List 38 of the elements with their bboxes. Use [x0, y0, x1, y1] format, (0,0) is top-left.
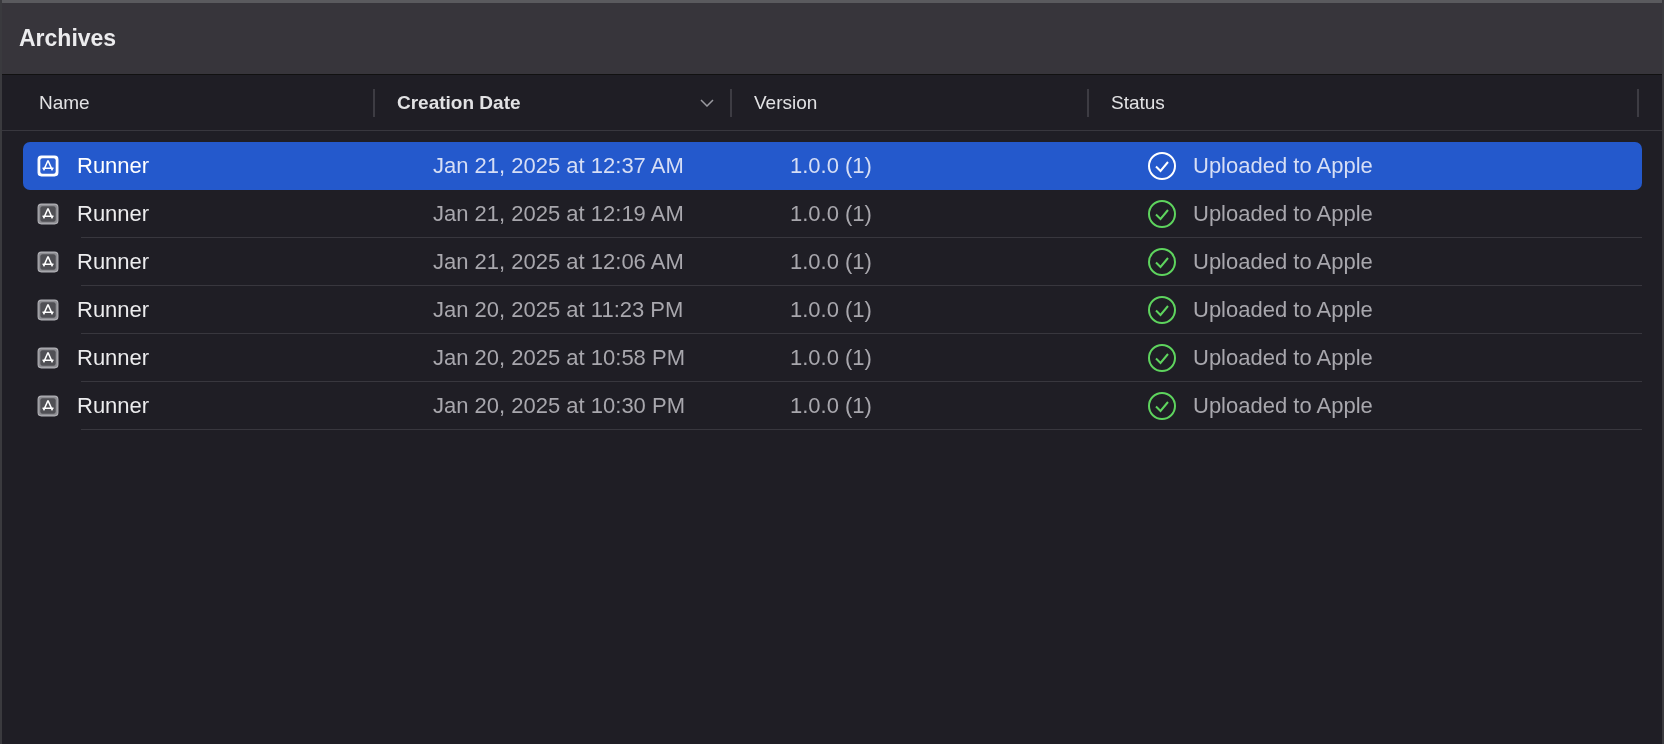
checkmark-circle-icon: [1147, 246, 1177, 277]
status-text: Uploaded to Apple: [1193, 248, 1373, 275]
app-icon: [37, 346, 59, 369]
checkmark-circle-icon: [1147, 294, 1177, 325]
creation-date: Jan 21, 2025 at 12:06 AM: [433, 248, 684, 275]
checkmark-circle-icon: [1147, 198, 1177, 229]
version: 1.0.0 (1): [790, 152, 872, 179]
app-icon: [37, 250, 59, 273]
creation-date: Jan 21, 2025 at 12:19 AM: [433, 200, 684, 227]
version: 1.0.0 (1): [790, 200, 872, 227]
table-row[interactable]: Runner Jan 21, 2025 at 12:37 AM 1.0.0 (1) Uploaded to Apple: [23, 142, 1642, 190]
app-icon: [37, 154, 59, 177]
chevron-down-icon[interactable]: [700, 98, 714, 107]
app-icon: [37, 202, 59, 225]
creation-date: Jan 20, 2025 at 11:23 PM: [433, 296, 684, 323]
status-text: Uploaded to Apple: [1193, 344, 1373, 371]
status-text: Uploaded to Apple: [1193, 200, 1373, 227]
app-icon: [37, 394, 59, 417]
column-header[interactable]: Version: [754, 91, 818, 114]
checkmark-circle-icon: [1147, 390, 1177, 421]
status-text: Uploaded to Apple: [1193, 152, 1373, 179]
column-header[interactable]: Status: [1111, 91, 1165, 114]
status-text: Uploaded to Apple: [1193, 296, 1373, 323]
app-icon: [37, 298, 59, 321]
window-title: Archives: [19, 25, 117, 52]
archive-name: Runner: [77, 152, 150, 179]
status-text: Uploaded to Apple: [1193, 392, 1373, 419]
creation-date: Jan 20, 2025 at 10:58 PM: [433, 344, 685, 371]
column-header[interactable]: Creation Date: [397, 91, 521, 114]
creation-date: Jan 21, 2025 at 12:37 AM: [433, 152, 684, 179]
version: 1.0.0 (1): [790, 344, 872, 371]
version: 1.0.0 (1): [790, 248, 872, 275]
version: 1.0.0 (1): [790, 296, 872, 323]
checkmark-circle-icon: [1147, 150, 1177, 181]
checkmark-circle-icon: [1147, 342, 1177, 373]
column-header[interactable]: Name: [39, 91, 90, 114]
version: 1.0.0 (1): [790, 392, 872, 419]
creation-date: Jan 20, 2025 at 10:30 PM: [433, 392, 685, 419]
